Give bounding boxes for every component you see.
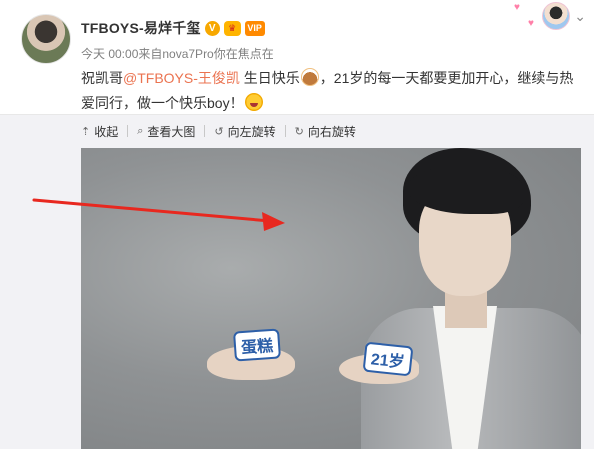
sticker-cake: 蛋糕	[233, 328, 282, 362]
rotate-left-label: 向左旋转	[227, 124, 276, 139]
divider	[127, 125, 129, 137]
rotate-right-label: 向右旋转	[307, 124, 356, 139]
view-large-label: 查看大图	[147, 124, 196, 139]
mention-link[interactable]: @TFBOYS-王俊凯	[123, 70, 240, 86]
laugh-emoji-icon	[244, 93, 263, 111]
text-before: 祝凯哥	[81, 70, 123, 86]
post-text: 祝凯哥@TFBOYS-王俊凯 生日快乐 ，21岁的每一天都要更加开心，继续与热爱同…	[81, 66, 581, 116]
vip-badge-icon[interactable]: VIP	[244, 20, 265, 36]
heart-deco-icon: ♥	[528, 18, 534, 29]
person-photo	[341, 148, 581, 449]
author-row: TFBOYS-易烊千玺 V ♛ VIP	[81, 18, 265, 38]
cake-emoji-icon	[300, 68, 319, 86]
divider	[204, 125, 206, 137]
chevron-down-icon[interactable]: ⌄	[574, 8, 586, 25]
view-large-button[interactable]: ⌕ 查看大图	[137, 123, 195, 140]
media-toolbar: ⇡ 收起 ⌕ 查看大图 ↺ 向左旋转 ↻ 向右旋转	[81, 122, 356, 140]
collapse-button[interactable]: ⇡ 收起	[81, 123, 118, 140]
sticker-21: 21岁	[362, 341, 414, 377]
post-meta: 今天 00:00来自nova7Pro你在焦点在	[81, 47, 274, 61]
verified-badge-icon[interactable]: V	[204, 20, 220, 36]
weibo-post: TFBOYS-易烊千玺 V ♛ VIP 今天 00:00来自nova7Pro你在…	[0, 0, 594, 449]
collapse-icon: ⇡	[81, 125, 91, 138]
post-image[interactable]: 蛋糕 21岁	[81, 148, 581, 449]
author-avatar[interactable]	[21, 14, 71, 64]
search-icon: ⌕	[137, 124, 144, 137]
rotate-right-button[interactable]: ↻ 向右旋转	[295, 123, 356, 140]
rotate-left-icon: ↺	[214, 125, 224, 138]
collapse-label: 收起	[94, 124, 119, 139]
heart-deco-icon: ♥	[514, 2, 520, 13]
card-decoration: ♥ ♥ ⌄	[506, 0, 586, 32]
rotate-right-icon: ↻	[294, 125, 304, 138]
text-mid: 生日快乐	[239, 70, 300, 86]
card-avatar-icon	[542, 2, 571, 30]
rotate-left-button[interactable]: ↺ 向左旋转	[214, 123, 275, 140]
divider	[284, 125, 286, 137]
crown-badge-icon[interactable]: ♛	[223, 20, 241, 36]
author-name[interactable]: TFBOYS-易烊千玺	[81, 18, 201, 38]
